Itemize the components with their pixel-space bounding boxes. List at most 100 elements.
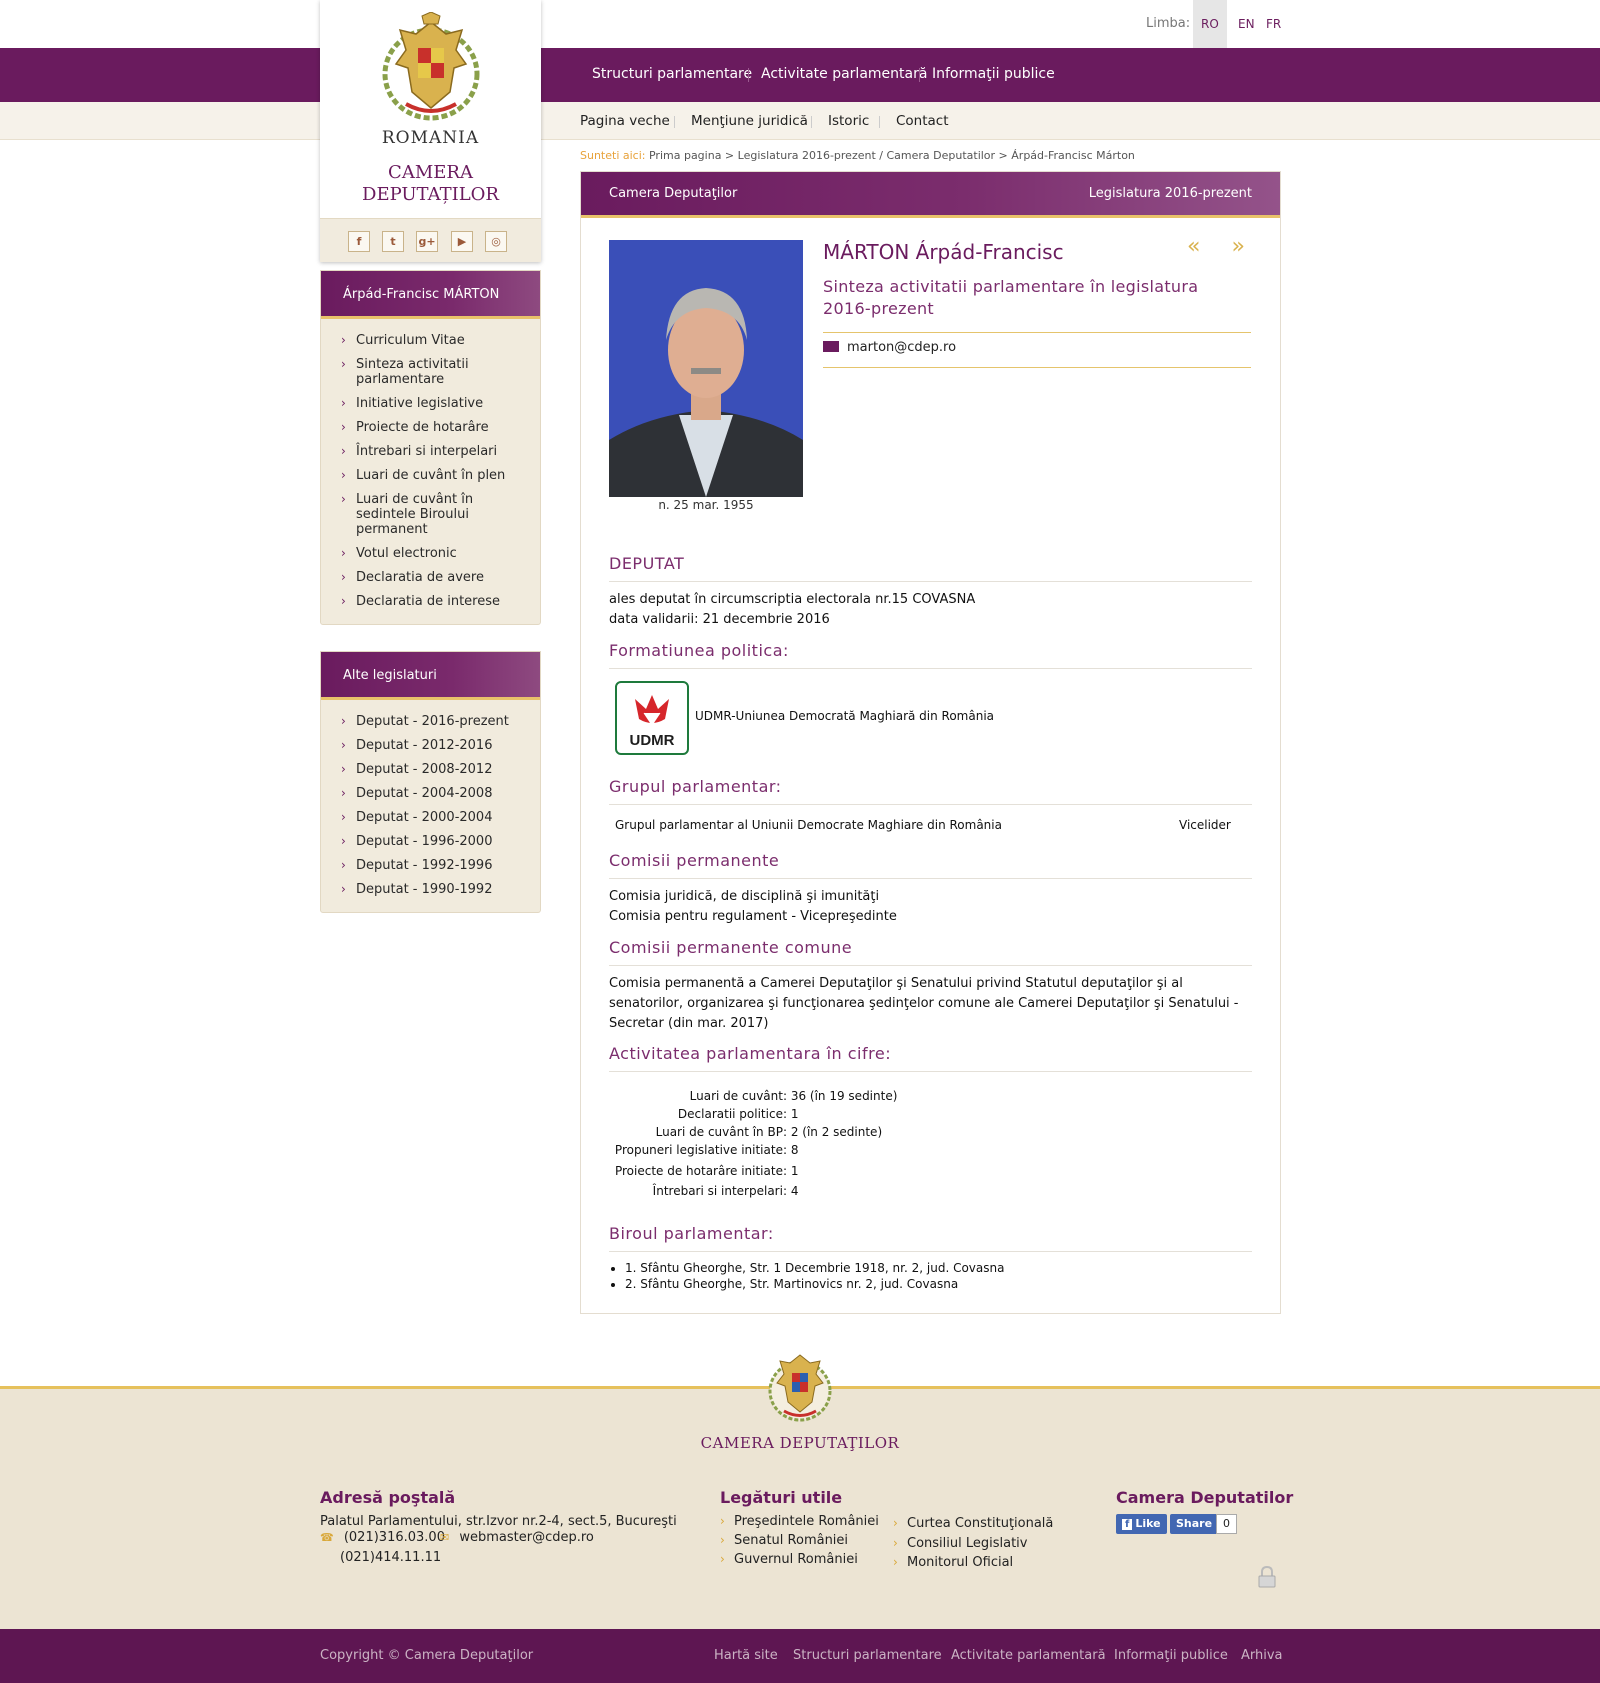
legislature-item[interactable]: › Deputat - 2004-2008 [341,786,530,801]
bottom-link-harta[interactable]: Hartă site [714,1648,778,1663]
legislature-item[interactable]: › Deputat - 1992-1996 [341,858,530,873]
chevron-right-icon: › [720,1533,725,1547]
email-link[interactable]: marton@cdep.ro [847,340,956,355]
legislature-item[interactable]: › Deputat - 1996-2000 [341,834,530,849]
sidebar-item-sinteza[interactable]: › Sinteza activitatii parlamentare [341,357,530,387]
bottom-link-structuri[interactable]: Structuri parlamentare [793,1648,942,1663]
footer-email-link[interactable]: webmaster@cdep.ro [459,1530,594,1545]
breadcrumb: Sunteti aici: Prima pagina > Legislatura… [580,149,1135,162]
legislature-item[interactable]: › Deputat - 2000-2004 [341,810,530,825]
chevron-right-icon: › [341,882,346,896]
footer-link-curtea[interactable]: › Curtea Constituţională [893,1516,1053,1531]
chevron-right-icon: › [341,357,346,371]
sidebar-item-luari-plen[interactable]: › Luari de cuvânt în plen [341,468,530,483]
bottom-link-informatii[interactable]: Informaţii publice [1114,1648,1228,1663]
grup-name[interactable]: Grupul parlamentar al Uniunii Democrate … [615,815,1002,835]
comisie-juridica[interactable]: Comisia juridică, de disciplină şi imuni… [609,887,879,907]
party-name[interactable]: UDMR-Uniunea Democrată Maghiară din Româ… [695,709,994,723]
footer-link-presedinte[interactable]: › Preşedintele României [720,1514,879,1529]
footer-phone2: (021)414.11.11 [340,1550,442,1565]
legislature-item[interactable]: › Deputat - 1990-1992 [341,882,530,897]
nav-informatii[interactable]: Informaţii publice [932,66,1055,82]
coat-of-arms-logo [382,12,480,121]
legislature-item[interactable]: › Deputat - 2008-2012 [341,762,530,777]
facebook-icon[interactable]: f [348,231,370,252]
subnav-divider [674,116,675,128]
deputy-menu-list: › Curriculum Vitae › Sinteza activitatii p… [321,319,540,624]
chevron-right-icon: › [341,762,346,776]
sidebar-item-avere[interactable]: › Declaratia de avere [341,570,530,585]
section-comisii-title: Comisii permanente [609,851,780,870]
legislature-item[interactable]: › Deputat - 2012-2016 [341,738,530,753]
sidebar-item-cv[interactable]: › Curriculum Vitae [341,333,530,348]
section-divider [609,1071,1252,1072]
section-activitate-title: Activitatea parlamentara în cifre: [609,1044,892,1063]
twitter-icon[interactable]: t [382,231,404,252]
stat-luari-bp[interactable]: Luari de cuvânt în BP: 2 (în 2 sedinte) [609,1125,883,1139]
copyright: Copyright © Camera Deputaţilor [320,1648,534,1663]
stat-propuneri[interactable]: Propuneri legislative initiate: 8 [609,1143,799,1157]
stat-luari-cuvant[interactable]: Luari de cuvânt: 36 (în 19 sedinte) [609,1089,898,1103]
nav-structuri[interactable]: Structuri parlamentare [592,66,752,82]
nav-divider [748,68,749,82]
lang-fr-link[interactable]: FR [1258,0,1289,48]
party-logo-text: UDMR [630,732,675,749]
legislature-item[interactable]: › Deputat - 2016-prezent [341,714,530,729]
footer-link-monitorul[interactable]: › Monitorul Oficial [893,1555,1013,1570]
sidebar-item-interese[interactable]: › Declaratia de interese [341,594,530,609]
stat-intrebari[interactable]: Întrebari si interpelari: 4 [609,1184,799,1198]
sinteza-link[interactable]: Sinteza activitatii parlamentare în legi… [823,276,1243,320]
sidebar-item-proiecte[interactable]: › Proiecte de hotarâre [341,420,530,435]
list-item: 2. Sfântu Gheorghe, Str. Martinovics nr.… [625,1276,1004,1292]
instagram-icon[interactable]: ◎ [485,231,507,252]
footer-address: Palatul Parlamentului, str.Izvor nr.2-4,… [320,1514,677,1529]
comisie-comuna-text[interactable]: Comisia permanentă a Camerei Deputaţilor… [609,974,1249,1034]
comisie-regulament[interactable]: Comisia pentru regulament - Vicepreşedin… [609,907,897,927]
subnav-mentiune-juridica[interactable]: Menţiune juridică [691,113,808,129]
logo-country-text: ROMANIA [381,128,480,148]
stat-proiecte[interactable]: Proiecte de hotarâre initiate: 1 [609,1164,799,1178]
lang-ro-link[interactable]: RO [1193,0,1227,48]
section-deputat-title: DEPUTAT [609,554,685,573]
facebook-like-button[interactable]: f Like [1116,1514,1167,1534]
logo-card[interactable]: ROMANIA CAMERA DEPUTAȚILOR f t g+ ▶ ◎ [320,0,541,262]
sidebar-item-intrebari[interactable]: › Întrebari si interpelari [341,444,530,459]
deputat-circumscriptie: ales deputat în circumscriptia electoral… [609,592,976,607]
breadcrumb-label: Sunteti aici: [580,149,646,162]
party-logo[interactable]: UDMR [615,681,689,755]
mail-icon: ✉ [440,1531,450,1544]
logo-institution-line2: DEPUTAȚILOR [362,184,499,205]
footer-social-title: Camera Deputatilor [1116,1488,1294,1507]
nav-divider [919,68,920,82]
google-plus-icon[interactable]: g+ [416,231,438,252]
sidebar-item-vot[interactable]: › Votul electronic [341,546,530,561]
sidebar-item-initiative[interactable]: › Initiative legislative [341,396,530,411]
chevron-right-icon: › [341,858,346,872]
deputy-photo [609,240,803,497]
facebook-share-button[interactable]: Share [1170,1514,1219,1534]
footer-email-row: ✉ webmaster@cdep.ro [440,1530,594,1545]
breadcrumb-path[interactable]: Prima pagina > Legislatura 2016-prezent … [649,149,1135,162]
chevron-right-icon: › [341,468,346,482]
lock-icon[interactable] [1258,1566,1276,1588]
subnav-pagina-veche[interactable]: Pagina veche [580,113,670,129]
footer-link-guvern[interactable]: › Guvernul României [720,1552,858,1567]
sub-nav: Pagina veche Menţiune juridică Istoric C… [0,102,1600,140]
youtube-icon[interactable]: ▶ [451,231,473,252]
logo-institution-line1: CAMERA [388,162,473,183]
chevron-right-icon: › [341,810,346,824]
bottom-link-activitate[interactable]: Activitate parlamentară [951,1648,1106,1663]
footer-link-senat[interactable]: › Senatul României [720,1533,848,1548]
subnav-contact[interactable]: Contact [896,113,949,129]
subnav-istoric[interactable]: Istoric [828,113,869,129]
stat-declaratii[interactable]: Declaratii politice: 1 [609,1107,799,1121]
chevron-right-icon: › [720,1552,725,1566]
sidebar-item-luari-birou[interactable]: › Luari de cuvânt în sedintele Biroului p… [341,492,530,537]
footer-link-consiliul[interactable]: › Consiliul Legislativ [893,1536,1028,1551]
chevron-right-icon: › [341,492,346,506]
prev-next-arrows[interactable]: « » [1187,234,1257,259]
chevron-right-icon: › [341,786,346,800]
nav-activitate[interactable]: Activitate parlamentară [761,66,927,82]
bottom-link-arhiva[interactable]: Arhiva [1241,1648,1283,1663]
chevron-right-icon: › [720,1514,725,1528]
